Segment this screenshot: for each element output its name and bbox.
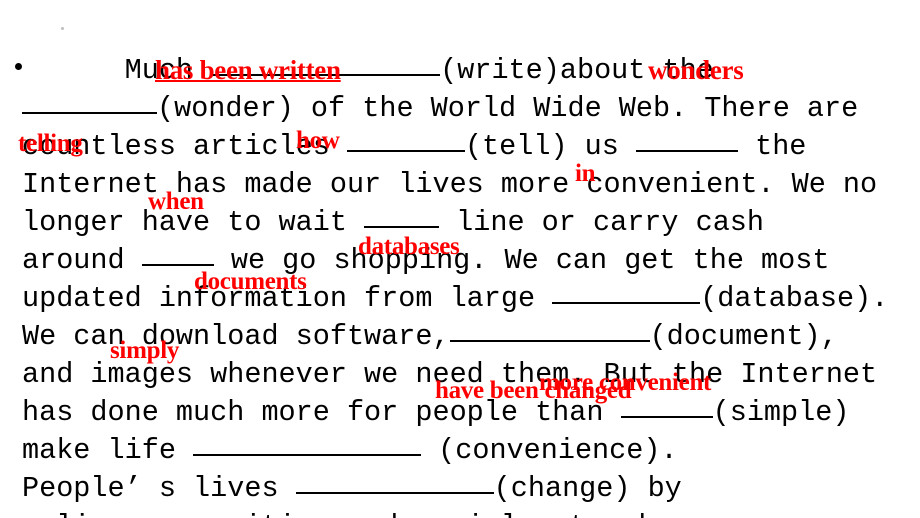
stray-mark-icon [61, 27, 64, 30]
fill-in-blank[interactable] [364, 204, 440, 228]
paragraph-text: (database). [700, 282, 889, 315]
answer-annotation-documents: documents [194, 268, 307, 295]
exercise-paragraph: Much (write)about the (wonder) of the Wor… [22, 52, 912, 518]
fill-in-blank[interactable] [552, 280, 701, 304]
fill-in-blank[interactable] [295, 470, 494, 494]
answer-annotation-have-been-changed: have been changed [435, 377, 632, 404]
paragraph-text: (tell) us [464, 130, 636, 163]
fill-in-blank[interactable] [22, 90, 157, 114]
paragraph-line: updated information from large (database… [22, 280, 912, 318]
answer-annotation-wonders: wonders [648, 55, 744, 85]
paragraph-text: (document), [649, 320, 838, 353]
paragraph-line: make life (convenience). [22, 432, 912, 470]
paragraph-text: around [22, 244, 142, 277]
answer-annotation-how: how [296, 127, 340, 154]
paragraph-line: around we go shopping. We can get the mo… [22, 242, 912, 280]
paragraph-text: (wonder) of the World Wide Web. There ar… [157, 92, 859, 125]
paragraph-text: line or carry cash [439, 206, 765, 239]
paragraph-text: make life [22, 434, 194, 467]
paragraph-line: online communities and social networks. [22, 508, 912, 518]
paragraph-text: the [737, 130, 807, 163]
answer-annotation-simply: simply [110, 337, 180, 364]
answer-annotation-in: in [575, 160, 596, 187]
fill-in-blank[interactable] [449, 318, 650, 342]
fill-in-blank[interactable] [141, 242, 214, 266]
paragraph-line: People’ s lives (change) by [22, 470, 912, 508]
paragraph-text: online communities and social networks. [22, 510, 689, 518]
answer-annotation-has-been-written: has been written [155, 55, 341, 85]
paragraph-text: We can download software, [22, 320, 450, 353]
answer-annotation-when: when [148, 188, 204, 215]
answer-annotation-databases: databases [358, 233, 460, 260]
fill-in-blank[interactable] [346, 128, 465, 152]
paragraph-text: (convenience). [421, 434, 678, 467]
fill-in-blank[interactable] [635, 128, 738, 152]
paragraph-line: countless articles (tell) us the [22, 128, 912, 166]
paragraph-text: (simple) [712, 396, 850, 429]
paragraph-text: (change) by [493, 472, 682, 505]
paragraph-text: People’ s lives [22, 472, 296, 505]
slide-canvas: Much (write)about the (wonder) of the Wor… [0, 0, 920, 518]
bullet-point-icon [15, 63, 22, 70]
fill-in-blank[interactable] [193, 432, 422, 456]
paragraph-line: (wonder) of the World Wide Web. There ar… [22, 90, 912, 128]
fill-in-blank[interactable] [620, 394, 713, 418]
answer-annotation-telling: telling [18, 130, 83, 157]
